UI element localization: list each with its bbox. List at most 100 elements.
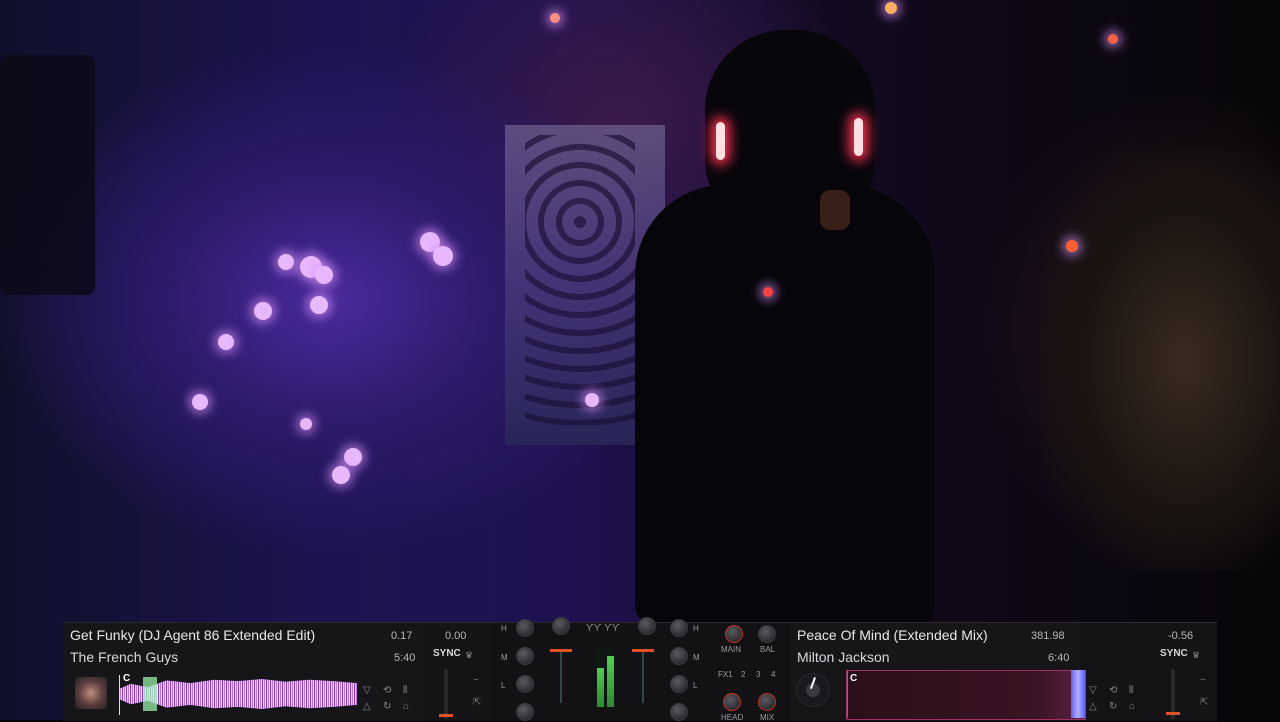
dj-silhouette <box>635 185 935 625</box>
mix-label: MIX <box>760 713 775 722</box>
channel-fader-b-handle[interactable] <box>632 649 654 652</box>
bokeh-light <box>1066 240 1078 252</box>
bokeh-light <box>433 246 453 266</box>
bokeh-light <box>344 448 362 466</box>
webcam-video <box>0 0 1280 720</box>
deck-a-sync-button[interactable]: SYNC <box>433 648 461 659</box>
level-meter-a <box>597 647 604 707</box>
deck-a-waveform-highlight <box>143 677 157 711</box>
deck-b-waveform-end <box>1071 670 1085 718</box>
eq-high-label-a: H <box>501 624 507 633</box>
bokeh-light <box>310 296 328 314</box>
deck-b-reset-icon[interactable]: ⇱ <box>1200 697 1208 708</box>
deck-a-playhead <box>119 675 120 715</box>
bokeh-light <box>550 13 560 23</box>
deck-a-time-remaining: 5:40 <box>394 652 416 664</box>
bokeh-light <box>1108 34 1118 44</box>
deck-a-pitch-handle[interactable] <box>439 714 453 717</box>
bokeh-light <box>763 287 773 297</box>
main-label: MAIN <box>721 645 741 654</box>
bokeh-light <box>332 466 350 484</box>
bokeh-light <box>300 418 312 430</box>
deck-a-track-artist: The French Guys <box>70 649 179 665</box>
dj-software-bar: Get Funky (DJ Agent 86 Extended Edit) Th… <box>63 617 1217 722</box>
deck-a-play-icon[interactable]: ▽ <box>363 685 371 696</box>
eq-low-knob-b[interactable] <box>670 675 688 693</box>
deck-b-play-icon[interactable]: ▽ <box>1089 685 1097 696</box>
bokeh-light <box>192 394 208 410</box>
fx3-label[interactable]: 3 <box>756 670 760 679</box>
deck-b-bpm: 381.98 <box>1031 630 1065 642</box>
deck-b-lock-icon[interactable]: ⌂ <box>1129 701 1135 712</box>
eq-mid-label-a: M <box>501 653 508 662</box>
speaker-shadow <box>0 55 95 295</box>
gain-knob-a[interactable] <box>552 617 570 635</box>
deck-b-pitch: -0.56 <box>1168 630 1194 642</box>
deck-a-master-crown-icon[interactable]: ♛ <box>465 650 473 661</box>
eq-high-knob-a[interactable] <box>516 619 534 637</box>
filter-knob-b[interactable] <box>670 703 688 721</box>
headphone-light-right <box>854 118 863 156</box>
channel-fader-a-handle[interactable] <box>550 649 572 652</box>
fx-routing-icon[interactable]: ϒϒ ϒϒ <box>586 623 620 634</box>
deck-b-time-remaining: 6:40 <box>1048 652 1070 664</box>
balance-knob[interactable] <box>758 625 776 643</box>
deck-b-repeat-icon[interactable]: ↻ <box>1109 701 1117 712</box>
deck-a-cue-icon[interactable]: △ <box>363 701 371 712</box>
eq-low-knob-a[interactable] <box>516 675 534 693</box>
deck-b-master-crown-icon[interactable]: ♛ <box>1192 650 1200 661</box>
bokeh-light <box>218 334 234 350</box>
deck-b-cue-icon[interactable]: △ <box>1089 701 1097 712</box>
deck-a-repeat-icon[interactable]: ↻ <box>383 701 391 712</box>
eq-low-label-b: L <box>693 681 698 690</box>
deck-a-pitch: 0.00 <box>445 630 467 642</box>
mixer: H M L ϒϒ ϒϒ H M L MAIN BAL FX1 2 3 4 HEA… <box>490 617 790 722</box>
gain-knob-b[interactable] <box>638 617 656 635</box>
deck-a-lock-icon[interactable]: ⌂ <box>403 701 409 712</box>
bokeh-light <box>315 266 333 284</box>
deck-b-loop-icon[interactable]: ⟲ <box>1109 685 1117 696</box>
headphone-volume-knob[interactable] <box>723 693 741 711</box>
deck-a-minus-icon[interactable]: − <box>473 675 479 686</box>
headphone-mix-knob[interactable] <box>758 693 776 711</box>
deck-a: Get Funky (DJ Agent 86 Extended Edit) Th… <box>63 623 423 721</box>
deck-b-cue-marker[interactable]: C <box>850 673 857 684</box>
deck-a-album-art[interactable] <box>75 677 107 709</box>
eq-mid-knob-a[interactable] <box>516 647 534 665</box>
deck-b-waveform[interactable] <box>846 670 1086 720</box>
head-label: HEAD <box>721 713 744 722</box>
deck-b-minus-icon[interactable]: − <box>1200 675 1206 686</box>
deck-b-pitch-handle[interactable] <box>1166 712 1180 715</box>
deck-b: Peace Of Mind (Extended Mix) Milton Jack… <box>790 623 1086 721</box>
channel-fader-a[interactable] <box>560 651 562 703</box>
deck-b-beatgrid-icon[interactable]: ⫴ <box>1129 685 1133 696</box>
bokeh-light <box>885 2 897 14</box>
bokeh-light <box>278 254 294 270</box>
bokeh-light <box>254 302 272 320</box>
eq-high-knob-b[interactable] <box>670 619 688 637</box>
deck-a-bpm: 0.17 <box>391 630 413 642</box>
channel-fader-b[interactable] <box>642 651 644 703</box>
eq-high-label-b: H <box>693 624 699 633</box>
eq-low-label-a: L <box>501 681 506 690</box>
deck-a-cue-marker[interactable]: C <box>123 673 130 684</box>
fx2-label[interactable]: 2 <box>741 670 745 679</box>
deck-b-playhead <box>847 670 848 718</box>
main-volume-knob[interactable] <box>725 625 743 643</box>
deck-a-pitch-slider[interactable] <box>444 669 448 719</box>
filter-knob-a[interactable] <box>516 703 534 721</box>
fx4-label[interactable]: 4 <box>771 670 775 679</box>
deck-b-track-artist: Milton Jackson <box>797 649 890 665</box>
string-lights <box>1040 150 1280 570</box>
deck-b-jog-wheel[interactable] <box>796 673 830 707</box>
deck-b-sync-button[interactable]: SYNC <box>1160 648 1188 659</box>
headphone-light-left <box>716 122 725 160</box>
deck-b-track-title: Peace Of Mind (Extended Mix) <box>797 627 988 643</box>
eq-mid-knob-b[interactable] <box>670 647 688 665</box>
eq-mid-label-b: M <box>693 653 700 662</box>
deck-a-loop-icon[interactable]: ⟲ <box>383 685 391 696</box>
fx1-label[interactable]: FX1 <box>718 670 733 679</box>
deck-a-beatgrid-icon[interactable]: ⫴ <box>403 685 407 696</box>
level-meter-b <box>607 647 614 707</box>
deck-a-reset-icon[interactable]: ⇱ <box>473 697 481 708</box>
